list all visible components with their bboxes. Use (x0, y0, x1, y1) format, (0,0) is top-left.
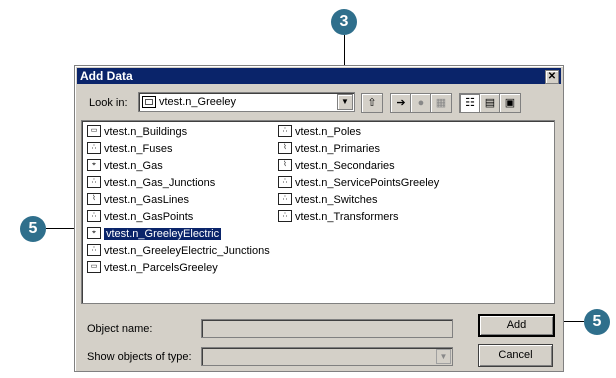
add-data-dialog: Add Data ✕ Look in: vtest.n_Greeley ▼ ⇧ … (74, 65, 564, 372)
list-item[interactable]: ⌖ vtest.n_Gas (87, 159, 163, 174)
point-featureclass-icon: ∴ (278, 125, 292, 138)
list-item[interactable]: ∴ vtest.n_GasPoints (87, 210, 193, 225)
callout-5-left: 5 (20, 216, 46, 242)
polygon-featureclass-icon: ▭ (87, 125, 101, 138)
point-featureclass-icon: ∴ (278, 193, 292, 206)
dataset-list[interactable]: ▭ vtest.n_Buildings ∴ vtest.n_Fuses ⌖ vtest… (81, 120, 555, 304)
list-item[interactable]: ∴ vtest.n_Fuses (87, 142, 172, 157)
details-view-icon[interactable]: ▤ (479, 93, 501, 113)
list-item[interactable]: ∴ vtest.n_Switches (278, 193, 378, 208)
dropdown-arrow-icon[interactable]: ▼ (337, 94, 353, 110)
list-item[interactable]: ⌇ vtest.n_Secondaries (278, 159, 395, 174)
point-featureclass-icon: ∴ (87, 244, 101, 257)
close-button[interactable]: ✕ (545, 70, 559, 84)
cancel-button[interactable]: Cancel (478, 344, 553, 367)
network-dataset-icon: ⌖ (87, 227, 101, 240)
point-featureclass-icon: ∴ (278, 176, 292, 189)
dropdown-arrow-icon[interactable]: ▼ (436, 349, 451, 364)
list-item-selected[interactable]: ⌖ vtest.n_GreeleyElectric (87, 227, 222, 242)
look-in-label: Look in: (89, 97, 128, 109)
object-name-label: Object name: (87, 323, 153, 335)
title-bar: Add Data ✕ (77, 68, 561, 84)
list-item[interactable]: ▭ vtest.n_Buildings (87, 125, 187, 140)
network-dataset-icon: ⌖ (87, 159, 101, 172)
thumbnails-view-icon[interactable]: ▣ (499, 93, 521, 113)
dialog-title: Add Data (80, 69, 133, 83)
line-featureclass-icon: ⌇ (87, 193, 101, 206)
add-button[interactable]: Add (478, 314, 555, 337)
callout-3: 3 (331, 9, 357, 35)
list-item[interactable]: ⌇ vtest.n_GasLines (87, 193, 189, 208)
disconnect-icon[interactable]: ● (410, 93, 432, 113)
look-in-value: vtest.n_Greeley (159, 96, 237, 108)
callout-5-right: 5 (584, 309, 610, 335)
list-item[interactable]: ∴ vtest.n_GreeleyElectric_Junctions (87, 244, 270, 259)
list-item[interactable]: ∴ vtest.n_ServicePointsGreeley (278, 176, 439, 191)
up-folder-icon[interactable]: ⇧ (361, 93, 383, 113)
point-featureclass-icon: ∴ (278, 210, 292, 223)
new-item-icon[interactable]: ▦ (430, 93, 452, 113)
list-item[interactable]: ∴ vtest.n_Gas_Junctions (87, 176, 215, 191)
list-item[interactable]: ▭ vtest.n_ParcelsGreeley (87, 261, 218, 276)
show-type-select[interactable]: ▼ (201, 347, 453, 366)
point-featureclass-icon: ∴ (87, 176, 101, 189)
connect-folder-icon[interactable]: ➔ (390, 93, 412, 113)
list-item[interactable]: ⌇ vtest.n_Primaries (278, 142, 380, 157)
point-featureclass-icon: ∴ (87, 210, 101, 223)
line-featureclass-icon: ⌇ (278, 142, 292, 155)
database-icon (142, 96, 156, 108)
line-featureclass-icon: ⌇ (278, 159, 292, 172)
point-featureclass-icon: ∴ (87, 142, 101, 155)
list-item[interactable]: ∴ vtest.n_Transformers (278, 210, 399, 225)
list-view-icon[interactable]: ☷ (459, 93, 481, 113)
show-type-label: Show objects of type: (87, 351, 192, 363)
look-in-combobox[interactable]: vtest.n_Greeley ▼ (138, 92, 355, 112)
list-item[interactable]: ∴ vtest.n_Poles (278, 125, 361, 140)
object-name-field[interactable] (201, 319, 453, 338)
polygon-featureclass-icon: ▭ (87, 261, 101, 274)
